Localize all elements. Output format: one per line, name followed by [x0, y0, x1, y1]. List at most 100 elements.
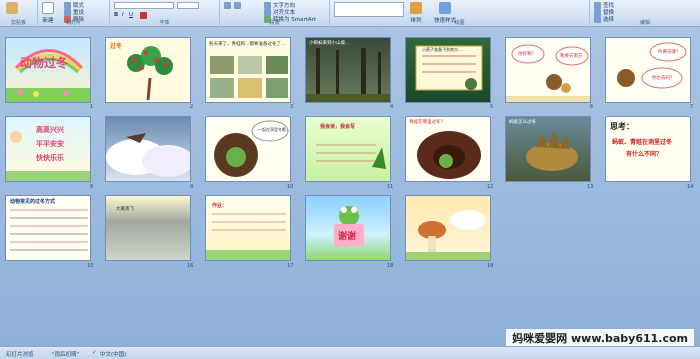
slide-number: 11: [387, 184, 394, 190]
slide-number: 8: [90, 184, 94, 190]
slide-number: 12: [487, 184, 494, 190]
slide-number: 6: [590, 104, 594, 110]
ribbon-group-paragraph: 文字方向 对齐文本 转换为 SmartArt 段落: [220, 0, 330, 27]
ribbon-group-font: B I U 字体: [110, 0, 220, 27]
slide-number: 13: [587, 184, 594, 190]
slide-13-dinosaur: [526, 131, 578, 171]
ribbon-group-label: 幻灯片: [65, 20, 81, 26]
slide-thumbnail-15[interactable]: 动物常见的过冬方式: [5, 195, 91, 261]
slide-7-scene: [617, 42, 687, 89]
underline-button[interactable]: U: [129, 12, 133, 18]
slide-11-title: 我会读，我会写: [320, 124, 356, 130]
shapes-gallery[interactable]: [334, 2, 404, 17]
slide-number: 9: [190, 184, 194, 190]
font-color-icon: [140, 12, 147, 19]
watermark-banner: 妈咪爱婴网 www.baby611.com: [506, 329, 694, 346]
slide-thumbnail-10[interactable]: …一起在洞里冬眠…: [205, 116, 291, 182]
slide-17-title: 作业：: [212, 203, 228, 209]
paste-icon: [6, 2, 18, 14]
slide-14-line-1: 蚂蚁、青蛙在洞里过冬: [612, 139, 673, 146]
slide-3-animals: [210, 56, 288, 98]
ribbon-group-label: 绘图: [454, 20, 465, 26]
italic-button[interactable]: I: [122, 12, 124, 18]
status-language-icon: ✓: [92, 350, 97, 356]
slide-thumbnail-6[interactable]: 你好啊？ 我要去南方: [505, 37, 591, 103]
slide-number: 4: [390, 104, 394, 110]
font-name-select[interactable]: [114, 2, 174, 9]
status-view-mode: 幻灯片浏览: [6, 352, 34, 358]
slide-number: 16: [187, 263, 194, 269]
slide-16-title: 大雁南飞: [116, 207, 134, 212]
ribbon-group-label: 字体: [159, 20, 170, 26]
status-bar: 幻灯片浏览 "雨后初晴" ✓ 中文(中国): [0, 346, 700, 359]
slide-12-cave: [417, 131, 481, 179]
slide-6-bubble-2: 我要去南方: [560, 54, 583, 59]
slide-sorter-view: 动物过冬 过冬 秋天来了，青蛙和…都要准备过冬了… 小蝌蚪来到小山坡… 小燕子准…: [0, 27, 700, 346]
slide-7-bubble-2: 你也去吗？: [652, 76, 675, 81]
slide-6-scene: [506, 44, 590, 102]
slide-number: 15: [87, 263, 94, 269]
slide-thumbnail-18[interactable]: 谢谢: [305, 195, 391, 261]
slide-number: 14: [687, 184, 694, 190]
quick-styles-icon: [439, 2, 451, 14]
slide-number: 19: [487, 263, 494, 269]
slide-thumbnail-13[interactable]: 蚂蚁怎么过冬: [505, 116, 591, 182]
bullets-button[interactable]: [224, 2, 231, 9]
slide-number: 5: [490, 104, 494, 110]
slide-thumbnail-9[interactable]: [105, 116, 191, 182]
slide-number: 7: [690, 104, 694, 110]
slide-6-bubble-1: 你好啊？: [518, 52, 536, 57]
font-size-select[interactable]: [177, 2, 199, 9]
ribbon-group-label: 段落: [269, 20, 280, 26]
ribbon-group-drawing: 排列 快速样式 绘图: [330, 0, 590, 27]
slide-thumbnail-5[interactable]: 小燕子准备飞到南方…: [405, 37, 491, 103]
slide-9-photo: [106, 133, 190, 177]
slide-7-bubble-1: 你要去哪？: [658, 50, 681, 55]
slide-18-title: 谢谢: [338, 232, 357, 242]
slide-number: 17: [287, 263, 294, 269]
ribbon-group-label: 编辑: [639, 20, 650, 26]
slide-1-title: 动物过冬: [20, 56, 69, 70]
slide-thumbnail-8[interactable]: 高高兴兴 平平安安 快快乐乐: [5, 116, 91, 182]
ribbon-group-label: 剪贴板: [10, 20, 26, 26]
slide-thumbnail-19[interactable]: [405, 195, 491, 261]
slide-number: 18: [387, 263, 394, 269]
slide-thumbnail-14[interactable]: 思考： 蚂蚁、青蛙在洞里过冬 有什么不同？: [605, 116, 691, 182]
paste-button[interactable]: [6, 2, 18, 14]
numbering-button[interactable]: [234, 2, 241, 9]
slide-thumbnail-7[interactable]: 你要去哪？ 你也去吗？: [605, 37, 691, 103]
arrange-icon: [410, 2, 422, 14]
slide-number: 1: [90, 104, 94, 110]
slide-5-text: 小燕子准备飞到南方…: [422, 47, 462, 52]
slide-number: 3: [290, 104, 294, 110]
slide-thumbnail-1[interactable]: 动物过冬: [5, 37, 91, 103]
slide-3-text: 秋天来了，青蛙和…都要准备过冬了…: [209, 42, 286, 47]
slide-thumbnail-4[interactable]: 小蝌蚪来到小山坡…: [305, 37, 391, 103]
slide-19-mushroom: [406, 210, 490, 260]
slide-4-forest: [306, 48, 390, 102]
slide-thumbnail-3[interactable]: 秋天来了，青蛙和…都要准备过冬了…: [205, 37, 291, 103]
slide-2-title: 过冬: [110, 43, 123, 50]
new-slide-icon: [42, 2, 54, 14]
ribbon-group-clipboard: 剪贴板: [0, 0, 38, 27]
slide-14-title: 思考：: [610, 122, 634, 131]
numbering-icon: [234, 2, 241, 9]
slide-4-text: 小蝌蚪来到小山坡…: [309, 41, 350, 46]
slide-thumbnail-11[interactable]: 我会读，我会写: [305, 116, 391, 182]
slide-thumbnail-2[interactable]: 过冬: [105, 37, 191, 103]
font-color-button[interactable]: [140, 12, 147, 19]
bold-button[interactable]: B: [114, 12, 118, 18]
slide-8-deco: [6, 131, 90, 181]
slide-thumbnail-12[interactable]: 青蛙在哪里过冬？: [405, 116, 491, 182]
slide-14-line-2: 有什么不同？: [626, 151, 663, 158]
status-theme: "雨后初晴": [52, 352, 80, 358]
slide-number: 2: [190, 104, 194, 110]
slide-thumbnail-16[interactable]: 大雁南飞: [105, 195, 191, 261]
ribbon-group-editing: 查找 替换 选择 编辑: [590, 0, 700, 27]
bullets-icon: [224, 2, 231, 9]
ribbon-group-slides: 新建 版式 重设 删除 幻灯片: [38, 0, 110, 27]
slide-10-text: …一起在洞里冬眠…: [254, 127, 290, 132]
status-language: 中文(中国): [100, 352, 127, 358]
slide-13-title: 蚂蚁怎么过冬: [509, 120, 536, 125]
slide-thumbnail-17[interactable]: 作业：: [205, 195, 291, 261]
